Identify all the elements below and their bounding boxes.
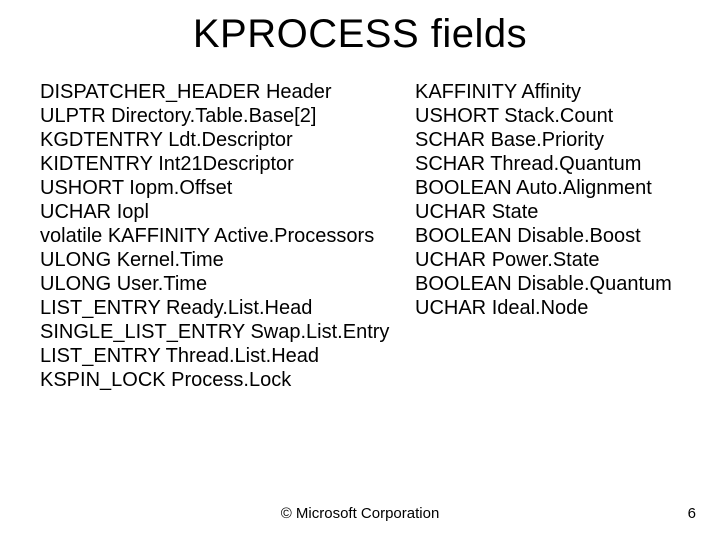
field-line: USHORT Stack.Count bbox=[415, 104, 680, 128]
field-type: USHORT bbox=[40, 177, 124, 199]
field-line: UCHAR Iopl bbox=[40, 200, 415, 224]
field-line: ULONG User.Time bbox=[40, 272, 415, 296]
field-name: Auto.Alignment bbox=[516, 177, 652, 199]
field-line: ULPTR Directory.Table.Base[2] bbox=[40, 104, 415, 128]
field-name: Kernel.Time bbox=[117, 249, 224, 271]
page-number: 6 bbox=[688, 505, 696, 522]
field-name: Active.Processors bbox=[214, 225, 374, 247]
slide-title: KPROCESS fields bbox=[0, 12, 720, 57]
field-line: KGDTENTRY Ldt.Descriptor bbox=[40, 128, 415, 152]
field-type: KGDTENTRY bbox=[40, 129, 163, 151]
field-name: Power.State bbox=[492, 249, 600, 271]
field-type: UCHAR bbox=[415, 249, 486, 271]
field-type: KAFFINITY bbox=[415, 81, 517, 103]
field-line: DISPATCHER_HEADER Header bbox=[40, 80, 415, 104]
field-name: Stack.Count bbox=[504, 105, 613, 127]
field-line: KSPIN_LOCK Process.Lock bbox=[40, 368, 415, 392]
field-name: Ready.List.Head bbox=[166, 297, 312, 319]
field-type: SINGLE_LIST_ENTRY bbox=[40, 321, 245, 343]
field-type: UCHAR bbox=[415, 297, 486, 319]
field-line: USHORT Iopm.Offset bbox=[40, 176, 415, 200]
field-name: Disable.Quantum bbox=[517, 273, 672, 295]
field-line: BOOLEAN Auto.Alignment bbox=[415, 176, 680, 200]
right-column: KAFFINITY AffinityUSHORT Stack.CountSCHA… bbox=[415, 80, 680, 392]
slide: KPROCESS fields DISPATCHER_HEADER Header… bbox=[0, 0, 720, 540]
field-line: BOOLEAN Disable.Quantum bbox=[415, 272, 680, 296]
field-name: Iopl bbox=[117, 201, 149, 223]
field-line: KAFFINITY Affinity bbox=[415, 80, 680, 104]
field-type: LIST_ENTRY bbox=[40, 297, 160, 319]
field-name: Process.Lock bbox=[171, 369, 291, 391]
field-name: Disable.Boost bbox=[517, 225, 640, 247]
field-name: Iopm.Offset bbox=[129, 177, 232, 199]
field-name: Header bbox=[266, 81, 332, 103]
field-line: LIST_ENTRY Ready.List.Head bbox=[40, 296, 415, 320]
field-name: Ideal.Node bbox=[492, 297, 589, 319]
field-line: SCHAR Base.Priority bbox=[415, 128, 680, 152]
field-line: UCHAR Power.State bbox=[415, 248, 680, 272]
field-line: UCHAR Ideal.Node bbox=[415, 296, 680, 320]
left-column: DISPATCHER_HEADER HeaderULPTR Directory.… bbox=[40, 80, 415, 392]
field-type: BOOLEAN bbox=[415, 225, 512, 247]
field-type: DISPATCHER_HEADER bbox=[40, 81, 260, 103]
field-type: BOOLEAN bbox=[415, 273, 512, 295]
field-type: ULPTR bbox=[40, 105, 106, 127]
field-name: Base.Priority bbox=[491, 129, 604, 151]
field-line: SINGLE_LIST_ENTRY Swap.List.Entry bbox=[40, 320, 415, 344]
field-line: ULONG Kernel.Time bbox=[40, 248, 415, 272]
field-type: KIDTENTRY bbox=[40, 153, 153, 175]
field-name: Directory.Table.Base[2] bbox=[111, 105, 316, 127]
field-type: SCHAR bbox=[415, 129, 485, 151]
field-name: Swap.List.Entry bbox=[250, 321, 389, 343]
field-type: ULONG bbox=[40, 273, 111, 295]
field-name: Affinity bbox=[521, 81, 581, 103]
field-line: volatile KAFFINITY Active.Processors bbox=[40, 224, 415, 248]
footer-copyright: © Microsoft Corporation bbox=[0, 505, 720, 522]
field-type: volatile KAFFINITY bbox=[40, 225, 210, 247]
field-name: Int21Descriptor bbox=[158, 153, 294, 175]
field-name: Thread.List.Head bbox=[166, 345, 319, 367]
field-type: UCHAR bbox=[40, 201, 111, 223]
field-line: BOOLEAN Disable.Boost bbox=[415, 224, 680, 248]
field-name: User.Time bbox=[117, 273, 207, 295]
field-line: KIDTENTRY Int21Descriptor bbox=[40, 152, 415, 176]
field-type: USHORT bbox=[415, 105, 499, 127]
field-line: LIST_ENTRY Thread.List.Head bbox=[40, 344, 415, 368]
field-name: Ldt.Descriptor bbox=[168, 129, 293, 151]
field-type: LIST_ENTRY bbox=[40, 345, 160, 367]
field-line: SCHAR Thread.Quantum bbox=[415, 152, 680, 176]
field-type: ULONG bbox=[40, 249, 111, 271]
field-type: KSPIN_LOCK bbox=[40, 369, 166, 391]
field-type: SCHAR bbox=[415, 153, 485, 175]
content-columns: DISPATCHER_HEADER HeaderULPTR Directory.… bbox=[40, 80, 680, 392]
field-type: BOOLEAN bbox=[415, 177, 512, 199]
field-name: Thread.Quantum bbox=[490, 153, 641, 175]
field-name: State bbox=[492, 201, 539, 223]
field-type: UCHAR bbox=[415, 201, 486, 223]
field-line: UCHAR State bbox=[415, 200, 680, 224]
